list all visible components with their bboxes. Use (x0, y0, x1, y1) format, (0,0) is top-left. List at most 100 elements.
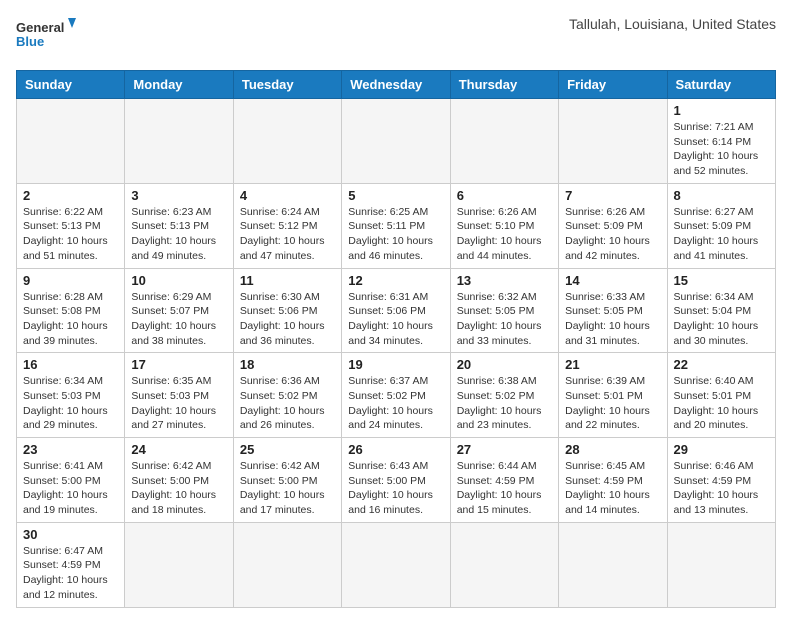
day-number: 26 (348, 442, 443, 457)
calendar-day: 16 Sunrise: 6:34 AM Sunset: 5:03 PM Dayli… (17, 353, 125, 438)
calendar-day (450, 99, 558, 184)
calendar-day: 25 Sunrise: 6:42 AM Sunset: 5:00 PM Dayli… (233, 438, 341, 523)
day-number: 9 (23, 273, 118, 288)
day-number: 3 (131, 188, 226, 203)
day-info: Sunrise: 7:21 AM Sunset: 6:14 PM Dayligh… (674, 120, 769, 179)
calendar-day: 2 Sunrise: 6:22 AM Sunset: 5:13 PM Daylig… (17, 183, 125, 268)
calendar-week-5: 30 Sunrise: 6:47 AM Sunset: 4:59 PM Dayli… (17, 522, 776, 607)
day-info: Sunrise: 6:31 AM Sunset: 5:06 PM Dayligh… (348, 290, 443, 349)
calendar-day: 18 Sunrise: 6:36 AM Sunset: 5:02 PM Dayli… (233, 353, 341, 438)
day-number: 2 (23, 188, 118, 203)
calendar-day: 9 Sunrise: 6:28 AM Sunset: 5:08 PM Daylig… (17, 268, 125, 353)
calendar-day: 11Sunrise: 6:30 AM Sunset: 5:06 PM Dayli… (233, 268, 341, 353)
day-number: 21 (565, 357, 660, 372)
day-info: Sunrise: 6:36 AM Sunset: 5:02 PM Dayligh… (240, 374, 335, 433)
calendar-week-0: 1Sunrise: 7:21 AM Sunset: 6:14 PM Daylig… (17, 99, 776, 184)
page-header: General Blue Tallulah, Louisiana, United… (16, 16, 776, 60)
calendar-day: 8 Sunrise: 6:27 AM Sunset: 5:09 PM Daylig… (667, 183, 775, 268)
day-info: Sunrise: 6:37 AM Sunset: 5:02 PM Dayligh… (348, 374, 443, 433)
day-number: 29 (674, 442, 769, 457)
calendar-day (667, 522, 775, 607)
day-number: 20 (457, 357, 552, 372)
day-info: Sunrise: 6:35 AM Sunset: 5:03 PM Dayligh… (131, 374, 226, 433)
day-info: Sunrise: 6:26 AM Sunset: 5:10 PM Dayligh… (457, 205, 552, 264)
day-info: Sunrise: 6:46 AM Sunset: 4:59 PM Dayligh… (674, 459, 769, 518)
calendar-day: 3Sunrise: 6:23 AM Sunset: 5:13 PM Daylig… (125, 183, 233, 268)
day-info: Sunrise: 6:26 AM Sunset: 5:09 PM Dayligh… (565, 205, 660, 264)
calendar-week-1: 2 Sunrise: 6:22 AM Sunset: 5:13 PM Daylig… (17, 183, 776, 268)
calendar-day: 26 Sunrise: 6:43 AM Sunset: 5:00 PM Dayli… (342, 438, 450, 523)
calendar-table: SundayMondayTuesdayWednesdayThursdayFrid… (16, 70, 776, 608)
day-number: 4 (240, 188, 335, 203)
day-number: 7 (565, 188, 660, 203)
calendar-day (17, 99, 125, 184)
weekday-header-thursday: Thursday (450, 71, 558, 99)
calendar-day: 30 Sunrise: 6:47 AM Sunset: 4:59 PM Dayli… (17, 522, 125, 607)
day-number: 6 (457, 188, 552, 203)
calendar-day (125, 522, 233, 607)
calendar-day: 24Sunrise: 6:42 AM Sunset: 5:00 PM Dayli… (125, 438, 233, 523)
calendar-day (233, 99, 341, 184)
calendar-week-4: 23Sunrise: 6:41 AM Sunset: 5:00 PM Dayli… (17, 438, 776, 523)
day-info: Sunrise: 6:27 AM Sunset: 5:09 PM Dayligh… (674, 205, 769, 264)
day-info: Sunrise: 6:25 AM Sunset: 5:11 PM Dayligh… (348, 205, 443, 264)
day-info: Sunrise: 6:34 AM Sunset: 5:03 PM Dayligh… (23, 374, 118, 433)
day-info: Sunrise: 6:47 AM Sunset: 4:59 PM Dayligh… (23, 544, 118, 603)
day-number: 22 (674, 357, 769, 372)
day-info: Sunrise: 6:42 AM Sunset: 5:00 PM Dayligh… (240, 459, 335, 518)
calendar-day: 15Sunrise: 6:34 AM Sunset: 5:04 PM Dayli… (667, 268, 775, 353)
calendar-week-2: 9 Sunrise: 6:28 AM Sunset: 5:08 PM Daylig… (17, 268, 776, 353)
day-info: Sunrise: 6:45 AM Sunset: 4:59 PM Dayligh… (565, 459, 660, 518)
calendar-day: 21Sunrise: 6:39 AM Sunset: 5:01 PM Dayli… (559, 353, 667, 438)
day-number: 17 (131, 357, 226, 372)
day-info: Sunrise: 6:44 AM Sunset: 4:59 PM Dayligh… (457, 459, 552, 518)
calendar-body: 1Sunrise: 7:21 AM Sunset: 6:14 PM Daylig… (17, 99, 776, 608)
day-number: 28 (565, 442, 660, 457)
day-info: Sunrise: 6:43 AM Sunset: 5:00 PM Dayligh… (348, 459, 443, 518)
calendar-day: 10 Sunrise: 6:29 AM Sunset: 5:07 PM Dayli… (125, 268, 233, 353)
calendar-header: SundayMondayTuesdayWednesdayThursdayFrid… (17, 71, 776, 99)
day-number: 8 (674, 188, 769, 203)
day-number: 15 (674, 273, 769, 288)
weekday-header-monday: Monday (125, 71, 233, 99)
calendar-day (559, 522, 667, 607)
calendar-day: 17 Sunrise: 6:35 AM Sunset: 5:03 PM Dayli… (125, 353, 233, 438)
weekday-header-friday: Friday (559, 71, 667, 99)
svg-text:Blue: Blue (16, 34, 44, 49)
svg-text:General: General (16, 20, 64, 35)
calendar-day: 22Sunrise: 6:40 AM Sunset: 5:01 PM Dayli… (667, 353, 775, 438)
calendar-day: 7 Sunrise: 6:26 AM Sunset: 5:09 PM Daylig… (559, 183, 667, 268)
day-number: 18 (240, 357, 335, 372)
weekday-header-saturday: Saturday (667, 71, 775, 99)
day-number: 10 (131, 273, 226, 288)
calendar-day (125, 99, 233, 184)
calendar-day: 6 Sunrise: 6:26 AM Sunset: 5:10 PM Daylig… (450, 183, 558, 268)
day-number: 14 (565, 273, 660, 288)
day-number: 16 (23, 357, 118, 372)
day-number: 13 (457, 273, 552, 288)
day-number: 25 (240, 442, 335, 457)
day-info: Sunrise: 6:24 AM Sunset: 5:12 PM Dayligh… (240, 205, 335, 264)
calendar-week-3: 16 Sunrise: 6:34 AM Sunset: 5:03 PM Dayli… (17, 353, 776, 438)
day-number: 30 (23, 527, 118, 542)
calendar-day: 4 Sunrise: 6:24 AM Sunset: 5:12 PM Daylig… (233, 183, 341, 268)
calendar-day: 12 Sunrise: 6:31 AM Sunset: 5:06 PM Dayli… (342, 268, 450, 353)
title-section: Tallulah, Louisiana, United States (569, 16, 776, 32)
weekday-row: SundayMondayTuesdayWednesdayThursdayFrid… (17, 71, 776, 99)
calendar-day: 20 Sunrise: 6:38 AM Sunset: 5:02 PM Dayli… (450, 353, 558, 438)
day-info: Sunrise: 6:29 AM Sunset: 5:07 PM Dayligh… (131, 290, 226, 349)
day-info: Sunrise: 6:28 AM Sunset: 5:08 PM Dayligh… (23, 290, 118, 349)
day-number: 5 (348, 188, 443, 203)
day-number: 19 (348, 357, 443, 372)
day-info: Sunrise: 6:38 AM Sunset: 5:02 PM Dayligh… (457, 374, 552, 433)
logo-icon: General Blue (16, 16, 76, 60)
calendar-day (342, 99, 450, 184)
day-number: 12 (348, 273, 443, 288)
calendar-day: 23Sunrise: 6:41 AM Sunset: 5:00 PM Dayli… (17, 438, 125, 523)
calendar-day: 28 Sunrise: 6:45 AM Sunset: 4:59 PM Dayli… (559, 438, 667, 523)
day-info: Sunrise: 6:33 AM Sunset: 5:05 PM Dayligh… (565, 290, 660, 349)
calendar-day: 19 Sunrise: 6:37 AM Sunset: 5:02 PM Dayli… (342, 353, 450, 438)
day-number: 11 (240, 273, 335, 288)
day-number: 23 (23, 442, 118, 457)
day-info: Sunrise: 6:22 AM Sunset: 5:13 PM Dayligh… (23, 205, 118, 264)
